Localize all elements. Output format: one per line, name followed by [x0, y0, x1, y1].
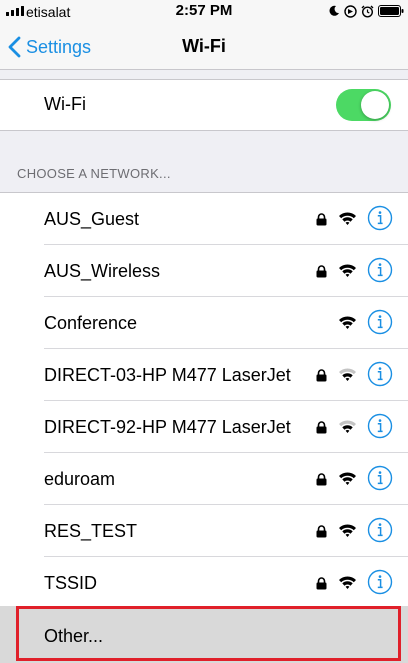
lock-icon — [316, 265, 327, 278]
lock-icon — [316, 473, 327, 486]
network-row[interactable]: TSSID — [0, 557, 408, 609]
wifi-signal-icon — [338, 419, 357, 434]
lock-icon — [316, 213, 327, 226]
other-network-row[interactable]: Other... — [0, 606, 408, 663]
navigation-bar: Settings Wi-Fi — [0, 24, 408, 70]
network-row[interactable]: DIRECT-03-HP M477 LaserJet — [0, 349, 408, 401]
network-name: Conference — [44, 313, 138, 333]
highlight-box — [16, 606, 401, 661]
wifi-signal-icon — [338, 471, 357, 486]
info-icon[interactable] — [367, 413, 393, 439]
network-row[interactable]: AUS_Wireless — [0, 245, 408, 297]
network-list: AUS_Guest AUS_Wireless Conference DIRECT-03… — [0, 192, 408, 609]
lock-icon — [316, 525, 327, 538]
status-icons — [328, 2, 404, 20]
network-row[interactable]: DIRECT-92-HP M477 LaserJet — [0, 401, 408, 453]
network-name: RES_TEST — [44, 521, 138, 541]
info-icon[interactable] — [367, 569, 393, 595]
network-row[interactable]: Conference — [0, 297, 408, 349]
network-name: eduroam — [44, 469, 116, 489]
wifi-toggle-cell: Wi-Fi — [0, 79, 408, 131]
wifi-signal-icon — [338, 211, 357, 226]
wifi-toggle-label: Wi-Fi — [44, 94, 86, 114]
alarm-icon — [361, 5, 374, 18]
moon-icon — [328, 5, 340, 17]
network-name: DIRECT-03-HP M477 LaserJet — [44, 365, 291, 385]
info-icon[interactable] — [367, 517, 393, 543]
location-lock-icon — [344, 4, 357, 18]
network-row[interactable]: AUS_Guest — [0, 193, 408, 245]
status-bar: etisalat 2:57 PM — [0, 0, 408, 24]
network-row[interactable]: RES_TEST — [0, 505, 408, 557]
network-name: TSSID — [44, 573, 98, 593]
page-title: Wi-Fi — [182, 36, 226, 56]
section-header: CHOOSE A NETWORK... — [17, 166, 171, 181]
network-name: AUS_Wireless — [44, 261, 161, 281]
wifi-signal-icon — [338, 523, 357, 538]
wifi-signal-icon — [338, 367, 357, 382]
wifi-toggle-switch[interactable] — [336, 89, 391, 121]
lock-icon — [316, 369, 327, 382]
info-icon[interactable] — [367, 257, 393, 283]
network-name: AUS_Guest — [44, 209, 140, 229]
wifi-signal-icon — [338, 575, 357, 590]
info-icon[interactable] — [367, 309, 393, 335]
battery-icon — [378, 5, 404, 17]
lock-icon — [316, 577, 327, 590]
wifi-signal-icon — [338, 263, 357, 278]
info-icon[interactable] — [367, 205, 393, 231]
network-row[interactable]: eduroam — [0, 453, 408, 505]
toggle-knob — [361, 91, 389, 119]
network-name: DIRECT-92-HP M477 LaserJet — [44, 417, 291, 437]
info-icon[interactable] — [367, 361, 393, 387]
info-icon[interactable] — [367, 465, 393, 491]
wifi-signal-icon — [338, 315, 357, 330]
lock-icon — [316, 421, 327, 434]
